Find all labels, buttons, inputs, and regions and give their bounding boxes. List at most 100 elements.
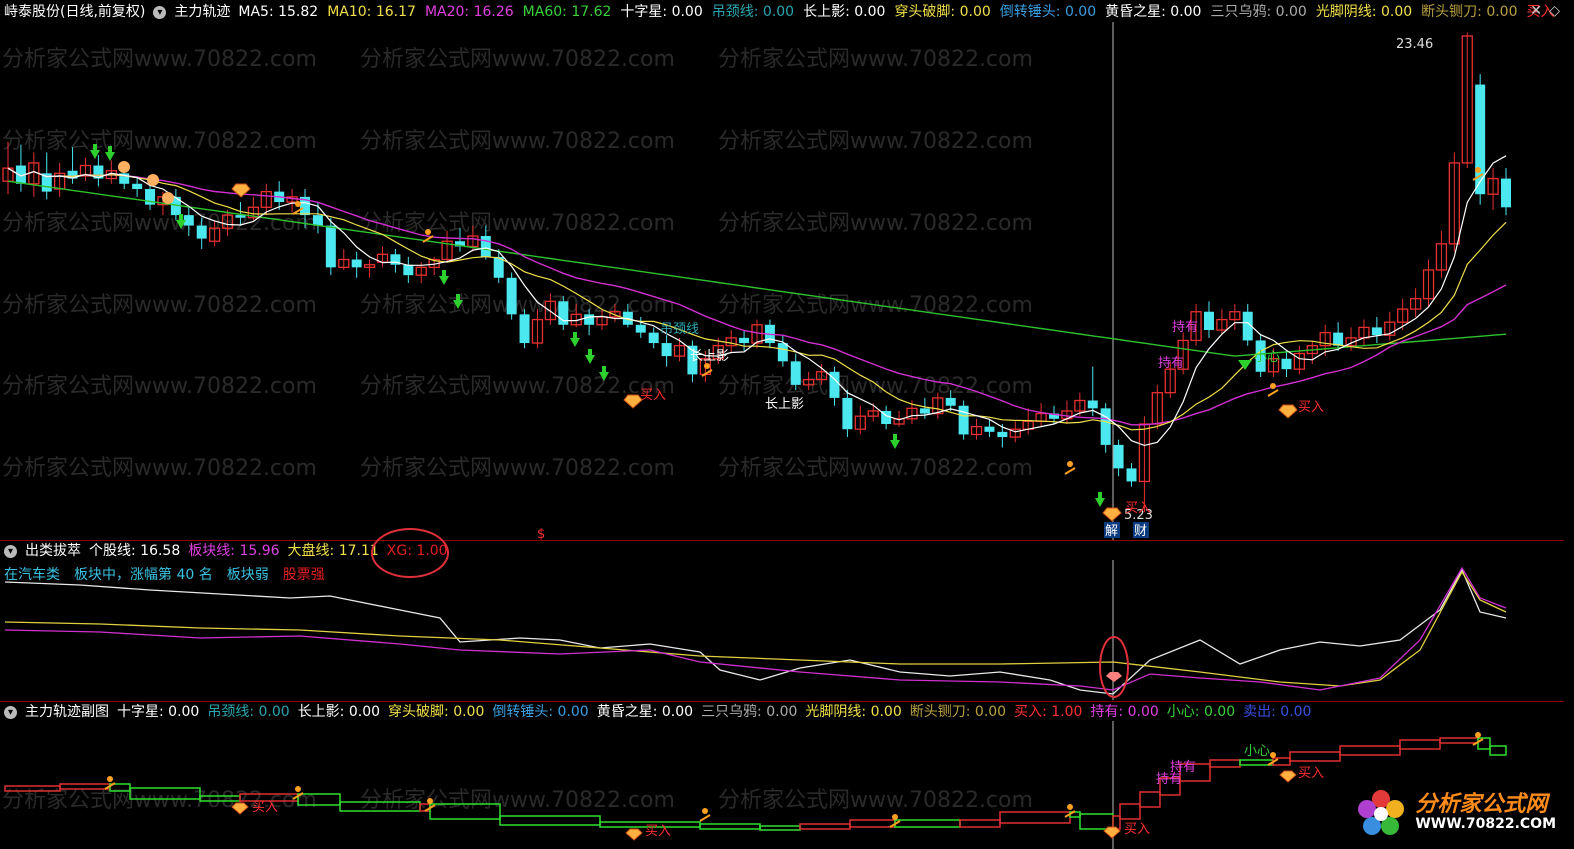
- candle: [54, 162, 66, 197]
- candle: [28, 152, 40, 197]
- trend-step-15: [849, 819, 896, 828]
- candle: [1306, 340, 1318, 364]
- runner-icon-1: [425, 229, 431, 235]
- trend-step-1: [59, 783, 111, 790]
- hold-marker-2: 持有: [1158, 356, 1184, 371]
- sub2-runner-icon-6: [1270, 752, 1276, 758]
- sub2-runner-icon-4: [892, 814, 898, 820]
- main-candlestick-chart[interactable]: 分析家公式网www.70822.com 分析家公式网www.70822.com 分析…: [0, 0, 1574, 540]
- candle: [1409, 288, 1422, 317]
- trend-step-29: [1289, 751, 1341, 762]
- trend-step-34: [1489, 745, 1507, 756]
- candle: [881, 405, 892, 430]
- trend-step-17: [959, 819, 1001, 828]
- sell-arrow-icon-5: [570, 338, 580, 347]
- sell-arrow-icon-3: [439, 276, 449, 285]
- sub2-careful: 小心: [1244, 744, 1270, 759]
- candle: [519, 309, 530, 349]
- buy-diamond-icon-1: [623, 394, 643, 409]
- candle: [1281, 350, 1292, 378]
- trend-step-22: [1119, 803, 1141, 820]
- candle: [1475, 74, 1486, 205]
- runner-icon-5: [1475, 167, 1481, 173]
- candle: [1358, 319, 1370, 346]
- sub2-runner-icon-3: [702, 808, 708, 814]
- candle: [132, 178, 143, 197]
- watermark-0-0: 分析家公式网www.70822.com: [2, 47, 317, 72]
- trend-step-33: [1477, 737, 1491, 750]
- candle: [1333, 322, 1344, 351]
- logo-url: WWW.70822.COM: [1415, 816, 1556, 832]
- candle: [1126, 463, 1137, 487]
- careful-marker: 小心: [1254, 350, 1280, 365]
- sub2-watermark-1: 分析家公式网www.70822.com: [360, 788, 675, 813]
- high-price-label: 23.46: [1396, 37, 1433, 52]
- peach-icon-0: [118, 161, 130, 173]
- watermark-0-1: 分析家公式网www.70822.com: [360, 47, 675, 72]
- trend-step-14: [799, 823, 851, 830]
- trend-step-10: [499, 815, 601, 826]
- candle: [970, 418, 983, 440]
- candle: [739, 330, 750, 351]
- candle: [635, 316, 646, 338]
- candle: [661, 335, 672, 367]
- long-shadow-marker-2: 长上影: [765, 397, 804, 412]
- peach-icon-2: [162, 192, 174, 204]
- sell-arrow-icon-9: [1095, 498, 1105, 507]
- candle: [1422, 259, 1435, 307]
- sub2-buy-4: 买入: [1298, 766, 1324, 781]
- runner-icon-4: [1270, 383, 1276, 389]
- trend-step-26: [1209, 759, 1241, 768]
- sub2-trend-chart[interactable]: 分析家公式网www.70822.com 分析家公式网www.70822.com 分析…: [0, 701, 1574, 849]
- market-line: [4, 570, 1507, 687]
- logo-text: 分析家公式网: [1415, 792, 1548, 817]
- candle: [338, 249, 350, 270]
- jie-tag-text: 解: [1105, 524, 1118, 539]
- candle: [1203, 301, 1214, 338]
- watermark-5-1: 分析家公式网www.70822.com: [360, 456, 675, 481]
- candle: [1100, 403, 1111, 453]
- watermark-5-0: 分析家公式网www.70822.com: [2, 456, 317, 481]
- trend-step-12: [699, 823, 761, 830]
- watermark-4-0: 分析家公式网www.70822.com: [2, 374, 317, 399]
- candle: [1113, 439, 1124, 477]
- sub1-highlight-ellipse: [1099, 636, 1129, 698]
- stock-line: [4, 568, 1507, 695]
- trend-step-13: [759, 825, 801, 831]
- sub2-runner-icon-7: [1475, 732, 1481, 738]
- candle: [1087, 366, 1098, 417]
- candle: [376, 246, 389, 268]
- sub1-diamond-icon: [1106, 672, 1122, 682]
- careful-arrow-icon: [1238, 360, 1252, 370]
- watermark-0-2: 分析家公式网www.70822.com: [718, 47, 1033, 72]
- runner-icon-3: [1067, 461, 1073, 467]
- trend-step-16: [894, 819, 961, 828]
- candle: [79, 157, 92, 182]
- sub2-diamond-3: [1103, 826, 1121, 839]
- trend-step-31: [1399, 739, 1441, 750]
- candle: [673, 337, 686, 362]
- candle: [958, 400, 969, 440]
- sub2-runner-icon-5: [1067, 804, 1073, 810]
- buy-marker-3: 买入: [1125, 501, 1151, 516]
- sub2-diamond-2: [625, 828, 643, 841]
- candle: [1371, 316, 1382, 344]
- candle: [648, 327, 659, 349]
- trend-step-30: [1339, 745, 1401, 756]
- watermark-2-1: 分析家公式网www.70822.com: [360, 211, 675, 236]
- sell-arrow-icon-6: [585, 355, 595, 364]
- candle: [1022, 408, 1034, 435]
- watermark-3-0: 分析家公式网www.70822.com: [2, 293, 317, 318]
- candle: [1435, 230, 1448, 278]
- sub1-line-chart[interactable]: 分析家公式网www.70822.com分析家公式网www.70822.com分析…: [0, 540, 1574, 700]
- cai-tag-text: 财: [1134, 524, 1147, 539]
- candle: [286, 189, 298, 213]
- sub2-diamond-4: [1279, 770, 1297, 783]
- candle: [1397, 298, 1409, 331]
- candle: [1501, 168, 1511, 216]
- sub2-runner-icon-2: [427, 798, 433, 804]
- candle: [829, 366, 840, 406]
- buy-diamond-icon-3: [1278, 404, 1298, 419]
- sub2-hold-2: 持有: [1170, 760, 1196, 775]
- candle: [390, 249, 401, 273]
